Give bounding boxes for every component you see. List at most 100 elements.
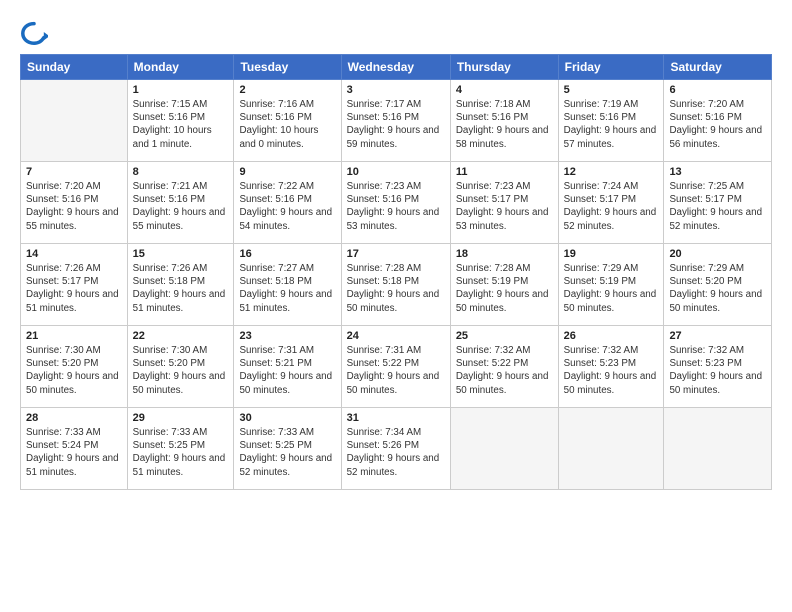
day-info: Sunrise: 7:25 AM Sunset: 5:17 PM Dayligh… xyxy=(669,180,766,233)
day-number: 30 xyxy=(239,412,335,424)
day-info: Sunrise: 7:32 AM Sunset: 5:23 PM Dayligh… xyxy=(669,344,766,397)
day-info: Sunrise: 7:34 AM Sunset: 5:26 PM Dayligh… xyxy=(347,426,445,479)
day-info: Sunrise: 7:17 AM Sunset: 5:16 PM Dayligh… xyxy=(347,98,445,151)
calendar-cell: 30 Sunrise: 7:33 AM Sunset: 5:25 PM Dayli… xyxy=(234,408,341,490)
day-number: 21 xyxy=(26,330,122,342)
logo-icon xyxy=(20,18,48,46)
day-info: Sunrise: 7:29 AM Sunset: 5:20 PM Dayligh… xyxy=(669,262,766,315)
col-header-friday: Friday xyxy=(558,55,664,80)
day-info: Sunrise: 7:26 AM Sunset: 5:18 PM Dayligh… xyxy=(133,262,229,315)
day-info: Sunrise: 7:20 AM Sunset: 5:16 PM Dayligh… xyxy=(26,180,122,233)
week-row-3: 14 Sunrise: 7:26 AM Sunset: 5:17 PM Dayli… xyxy=(21,244,772,326)
day-number: 15 xyxy=(133,248,229,260)
calendar-cell: 31 Sunrise: 7:34 AM Sunset: 5:26 PM Dayli… xyxy=(341,408,450,490)
week-row-2: 7 Sunrise: 7:20 AM Sunset: 5:16 PM Daylig… xyxy=(21,162,772,244)
col-header-monday: Monday xyxy=(127,55,234,80)
day-info: Sunrise: 7:21 AM Sunset: 5:16 PM Dayligh… xyxy=(133,180,229,233)
day-info: Sunrise: 7:23 AM Sunset: 5:16 PM Dayligh… xyxy=(347,180,445,233)
calendar-cell xyxy=(21,80,128,162)
calendar-cell: 16Sunrise: 7:27 AM Sunset: 5:18 PM Dayli… xyxy=(234,244,341,326)
calendar-cell: 18 Sunrise: 7:28 AM Sunset: 5:19 PM Dayli… xyxy=(450,244,558,326)
calendar-cell: 13 Sunrise: 7:25 AM Sunset: 5:17 PM Dayli… xyxy=(664,162,772,244)
day-info: Sunrise: 7:30 AM Sunset: 5:20 PM Dayligh… xyxy=(26,344,122,397)
day-number: 28 xyxy=(26,412,122,424)
calendar-cell: 27 Sunrise: 7:32 AM Sunset: 5:23 PM Dayli… xyxy=(664,326,772,408)
day-number: 9 xyxy=(239,166,335,178)
day-number: 24 xyxy=(347,330,445,342)
day-info: Sunrise: 7:15 AM Sunset: 5:16 PM Dayligh… xyxy=(133,98,229,151)
day-number: 23 xyxy=(239,330,335,342)
calendar-cell: 22 Sunrise: 7:30 AM Sunset: 5:20 PM Dayli… xyxy=(127,326,234,408)
day-info: Sunrise: 7:22 AM Sunset: 5:16 PM Dayligh… xyxy=(239,180,335,233)
week-row-5: 28 Sunrise: 7:33 AM Sunset: 5:24 PM Dayli… xyxy=(21,408,772,490)
day-number: 31 xyxy=(347,412,445,424)
day-number: 26 xyxy=(564,330,659,342)
day-number: 14 xyxy=(26,248,122,260)
day-info: Sunrise: 7:32 AM Sunset: 5:22 PM Dayligh… xyxy=(456,344,553,397)
day-info: Sunrise: 7:16 AM Sunset: 5:16 PM Dayligh… xyxy=(239,98,335,151)
day-number: 27 xyxy=(669,330,766,342)
calendar-cell: 25 Sunrise: 7:32 AM Sunset: 5:22 PM Dayli… xyxy=(450,326,558,408)
header xyxy=(20,18,772,46)
day-number: 25 xyxy=(456,330,553,342)
calendar-cell: 5 Sunrise: 7:19 AM Sunset: 5:16 PM Daylig… xyxy=(558,80,664,162)
calendar-cell: 26 Sunrise: 7:32 AM Sunset: 5:23 PM Dayli… xyxy=(558,326,664,408)
day-info: Sunrise: 7:30 AM Sunset: 5:20 PM Dayligh… xyxy=(133,344,229,397)
day-number: 5 xyxy=(564,84,659,96)
calendar-cell: 17Sunrise: 7:28 AM Sunset: 5:18 PM Dayli… xyxy=(341,244,450,326)
calendar-cell: 23Sunrise: 7:31 AM Sunset: 5:21 PM Dayli… xyxy=(234,326,341,408)
week-row-4: 21 Sunrise: 7:30 AM Sunset: 5:20 PM Dayli… xyxy=(21,326,772,408)
day-number: 2 xyxy=(239,84,335,96)
day-number: 8 xyxy=(133,166,229,178)
day-number: 12 xyxy=(564,166,659,178)
calendar-cell: 24 Sunrise: 7:31 AM Sunset: 5:22 PM Dayli… xyxy=(341,326,450,408)
day-info: Sunrise: 7:18 AM Sunset: 5:16 PM Dayligh… xyxy=(456,98,553,151)
day-number: 7 xyxy=(26,166,122,178)
col-header-sunday: Sunday xyxy=(21,55,128,80)
day-number: 11 xyxy=(456,166,553,178)
day-info: Sunrise: 7:29 AM Sunset: 5:19 PM Dayligh… xyxy=(564,262,659,315)
day-number: 10 xyxy=(347,166,445,178)
day-number: 29 xyxy=(133,412,229,424)
day-info: Sunrise: 7:23 AM Sunset: 5:17 PM Dayligh… xyxy=(456,180,553,233)
day-number: 18 xyxy=(456,248,553,260)
calendar-cell: 1 Sunrise: 7:15 AM Sunset: 5:16 PM Daylig… xyxy=(127,80,234,162)
calendar-cell: 14 Sunrise: 7:26 AM Sunset: 5:17 PM Dayli… xyxy=(21,244,128,326)
day-info: Sunrise: 7:26 AM Sunset: 5:17 PM Dayligh… xyxy=(26,262,122,315)
calendar-table: SundayMondayTuesdayWednesdayThursdayFrid… xyxy=(20,54,772,490)
day-info: Sunrise: 7:24 AM Sunset: 5:17 PM Dayligh… xyxy=(564,180,659,233)
day-info: Sunrise: 7:19 AM Sunset: 5:16 PM Dayligh… xyxy=(564,98,659,151)
day-info: Sunrise: 7:32 AM Sunset: 5:23 PM Dayligh… xyxy=(564,344,659,397)
calendar-cell xyxy=(450,408,558,490)
day-info: Sunrise: 7:28 AM Sunset: 5:19 PM Dayligh… xyxy=(456,262,553,315)
day-info: Sunrise: 7:33 AM Sunset: 5:24 PM Dayligh… xyxy=(26,426,122,479)
day-number: 13 xyxy=(669,166,766,178)
day-number: 3 xyxy=(347,84,445,96)
calendar-cell: 29 Sunrise: 7:33 AM Sunset: 5:25 PM Dayli… xyxy=(127,408,234,490)
calendar-cell: 6Sunrise: 7:20 AM Sunset: 5:16 PM Daylig… xyxy=(664,80,772,162)
calendar-cell: 2 Sunrise: 7:16 AM Sunset: 5:16 PM Daylig… xyxy=(234,80,341,162)
header-row: SundayMondayTuesdayWednesdayThursdayFrid… xyxy=(21,55,772,80)
week-row-1: 1 Sunrise: 7:15 AM Sunset: 5:16 PM Daylig… xyxy=(21,80,772,162)
calendar-cell: 28 Sunrise: 7:33 AM Sunset: 5:24 PM Dayli… xyxy=(21,408,128,490)
calendar-cell: 8 Sunrise: 7:21 AM Sunset: 5:16 PM Daylig… xyxy=(127,162,234,244)
calendar-cell: 11 Sunrise: 7:23 AM Sunset: 5:17 PM Dayli… xyxy=(450,162,558,244)
calendar-cell: 20 Sunrise: 7:29 AM Sunset: 5:20 PM Dayli… xyxy=(664,244,772,326)
day-number: 17 xyxy=(347,248,445,260)
calendar-cell: 7 Sunrise: 7:20 AM Sunset: 5:16 PM Daylig… xyxy=(21,162,128,244)
day-info: Sunrise: 7:33 AM Sunset: 5:25 PM Dayligh… xyxy=(239,426,335,479)
day-info: Sunrise: 7:27 AM Sunset: 5:18 PM Dayligh… xyxy=(239,262,335,315)
logo xyxy=(20,18,50,46)
calendar-cell: 9 Sunrise: 7:22 AM Sunset: 5:16 PM Daylig… xyxy=(234,162,341,244)
col-header-tuesday: Tuesday xyxy=(234,55,341,80)
day-number: 20 xyxy=(669,248,766,260)
page: SundayMondayTuesdayWednesdayThursdayFrid… xyxy=(0,0,792,612)
day-info: Sunrise: 7:31 AM Sunset: 5:22 PM Dayligh… xyxy=(347,344,445,397)
calendar-cell: 3 Sunrise: 7:17 AM Sunset: 5:16 PM Daylig… xyxy=(341,80,450,162)
day-number: 22 xyxy=(133,330,229,342)
day-info: Sunrise: 7:33 AM Sunset: 5:25 PM Dayligh… xyxy=(133,426,229,479)
calendar-cell xyxy=(558,408,664,490)
day-number: 1 xyxy=(133,84,229,96)
calendar-cell: 10 Sunrise: 7:23 AM Sunset: 5:16 PM Dayli… xyxy=(341,162,450,244)
calendar-cell: 12 Sunrise: 7:24 AM Sunset: 5:17 PM Dayli… xyxy=(558,162,664,244)
